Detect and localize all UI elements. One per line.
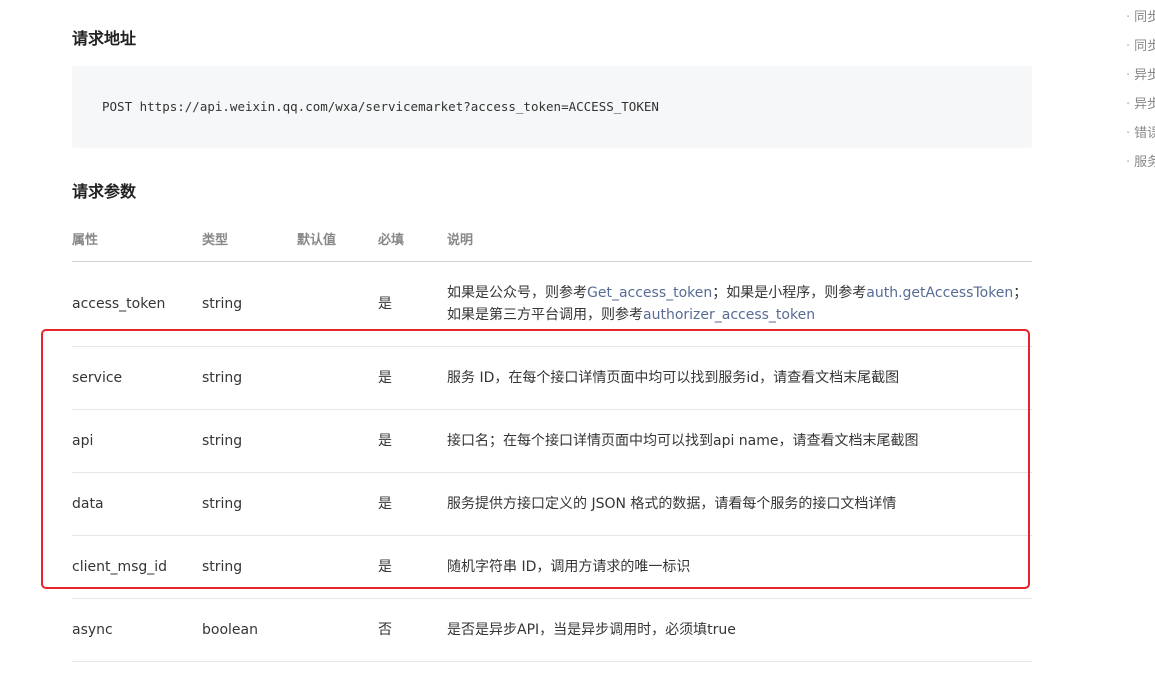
auth-get-access-token-link[interactable]: auth.getAccessToken bbox=[866, 285, 1013, 301]
header-description: 说明 bbox=[447, 233, 474, 248]
table-row-service: service string 是 服务 ID，在每个接口详情页面中均可以找到服务… bbox=[72, 347, 1032, 410]
request-url-code-block: POST https://api.weixin.qq.com/wxa/servi… bbox=[72, 66, 1032, 148]
header-name: 属性 bbox=[72, 233, 99, 248]
param-name: access_token bbox=[72, 296, 166, 312]
param-description: 服务提供方接口定义的 JSON 格式的数据，请看每个服务的接口文档详情 bbox=[447, 496, 897, 512]
toc-item-label: 错误 bbox=[1134, 126, 1155, 141]
toc-item[interactable]: · 同步 bbox=[1126, 37, 1155, 66]
param-description: 是否是异步API，当是异步调用时，必须填true bbox=[447, 622, 736, 638]
request-url-code: POST https://api.weixin.qq.com/wxa/servi… bbox=[102, 99, 659, 114]
param-description: 如果是公众号，则参考Get_access_token；如果是小程序，则参考aut… bbox=[447, 282, 1032, 326]
param-required: 是 bbox=[378, 433, 392, 449]
table-row-data: data string 是 服务提供方接口定义的 JSON 格式的数据，请看每个… bbox=[72, 473, 1032, 536]
toc-item-label: 服务 bbox=[1134, 155, 1155, 170]
bullet-icon: · bbox=[1126, 97, 1131, 112]
param-required: 是 bbox=[378, 496, 392, 512]
param-type: string bbox=[202, 496, 243, 512]
param-name: client_msg_id bbox=[72, 559, 168, 575]
toc-item[interactable]: · 异步 bbox=[1126, 95, 1155, 124]
param-type: string bbox=[202, 433, 243, 449]
table-row-client-msg-id: client_msg_id string 是 随机字符串 ID，调用方请求的唯一… bbox=[72, 536, 1032, 599]
toc-item-label: 异步 bbox=[1134, 68, 1155, 83]
api-doc-page: 请求地址 POST https://api.weixin.qq.com/wxa/… bbox=[0, 0, 1155, 680]
toc-item[interactable]: · 同步 bbox=[1126, 8, 1155, 37]
table-row-access-token: access_token string 是 如果是公众号，则参考Get_acce… bbox=[72, 262, 1032, 347]
table-of-contents: · 同步 · 同步 · 异步 · 异步 · 错误 · 服务 bbox=[1126, 8, 1155, 182]
bullet-icon: · bbox=[1126, 126, 1131, 141]
param-type: string bbox=[202, 370, 243, 386]
param-required: 是 bbox=[378, 559, 392, 575]
param-name: service bbox=[72, 370, 123, 386]
toc-item-label: 同步 bbox=[1134, 39, 1155, 54]
toc-item[interactable]: · 错误 bbox=[1126, 124, 1155, 153]
param-description: 服务 ID，在每个接口详情页面中均可以找到服务id，请查看文档末尾截图 bbox=[447, 370, 900, 386]
param-required: 是 bbox=[378, 296, 392, 312]
request-params-table: 属性 类型 默认值 必填 说明 access_token string 是 如果… bbox=[72, 220, 1032, 662]
bullet-icon: · bbox=[1126, 68, 1131, 83]
table-row-api: api string 是 接口名；在每个接口详情页面中均可以找到api name… bbox=[72, 410, 1032, 473]
request-url-heading: 请求地址 bbox=[72, 29, 137, 48]
toc-item[interactable]: · 服务 bbox=[1126, 153, 1155, 182]
bullet-icon: · bbox=[1126, 39, 1131, 54]
bullet-icon: · bbox=[1126, 155, 1131, 170]
toc-item-label: 同步 bbox=[1134, 10, 1155, 25]
table-header: 属性 类型 默认值 必填 说明 bbox=[72, 220, 1032, 262]
desc-text: 如果是公众号，则参考 bbox=[447, 285, 587, 301]
param-name: data bbox=[72, 496, 104, 512]
param-name: api bbox=[72, 433, 94, 449]
param-type: string bbox=[202, 296, 243, 312]
param-name: async bbox=[72, 622, 113, 638]
param-required: 否 bbox=[378, 622, 392, 638]
toc-item-label: 异步 bbox=[1134, 97, 1155, 112]
param-type: string bbox=[202, 559, 243, 575]
param-type: boolean bbox=[202, 622, 258, 638]
header-required: 必填 bbox=[378, 233, 405, 248]
table-row-async: async boolean 否 是否是异步API，当是异步调用时，必须填true bbox=[72, 599, 1032, 662]
header-default: 默认值 bbox=[297, 233, 337, 248]
param-description: 随机字符串 ID，调用方请求的唯一标识 bbox=[447, 559, 691, 575]
header-type: 类型 bbox=[202, 233, 229, 248]
param-description: 接口名；在每个接口详情页面中均可以找到api name，请查看文档末尾截图 bbox=[447, 433, 919, 449]
authorizer-access-token-link[interactable]: authorizer_access_token bbox=[643, 307, 815, 323]
bullet-icon: · bbox=[1126, 10, 1131, 25]
param-required: 是 bbox=[378, 370, 392, 386]
toc-item[interactable]: · 异步 bbox=[1126, 66, 1155, 95]
request-params-heading: 请求参数 bbox=[72, 182, 137, 201]
get-access-token-link[interactable]: Get_access_token bbox=[587, 285, 712, 301]
desc-text: ；如果是小程序，则参考 bbox=[712, 285, 867, 301]
